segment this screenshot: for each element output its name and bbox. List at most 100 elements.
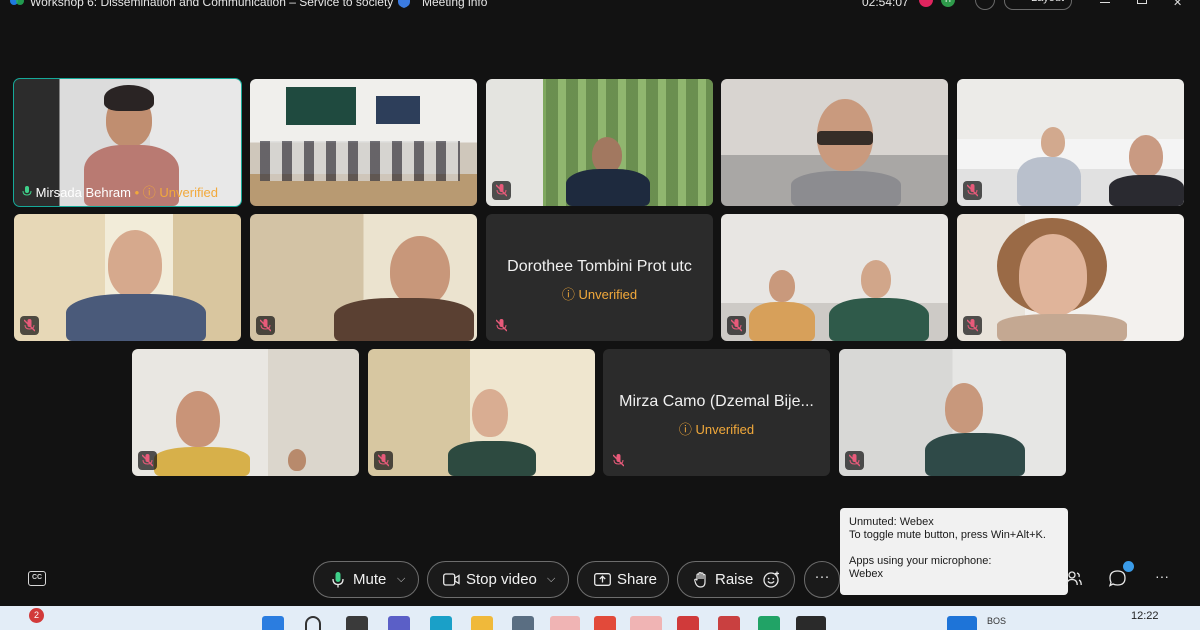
chat-unread-badge: [1123, 561, 1134, 572]
participant-face: [108, 230, 162, 298]
meeting-info-link[interactable]: Meeting info: [422, 0, 487, 9]
chevron-down-icon[interactable]: ⌵: [397, 562, 405, 597]
recording-indicator[interactable]: [919, 0, 933, 7]
participant-body: [997, 314, 1127, 341]
file-explorer-icon[interactable]: [471, 616, 493, 630]
chevron-down-icon[interactable]: ⌵: [547, 562, 555, 597]
participant-face: [592, 137, 622, 173]
video-tile[interactable]: Mirsada Behram • ⓘ Unverified: [13, 78, 242, 207]
participant-face: [176, 391, 220, 447]
muted-indicator: [963, 316, 982, 335]
search-button[interactable]: [975, 0, 995, 10]
participant-face: [390, 236, 450, 306]
tooltip-line: Webex: [849, 568, 884, 580]
more-icon[interactable]: ···: [1155, 568, 1169, 584]
mic-off-icon: [967, 184, 978, 197]
participant-name: Mirsada Behram: [35, 185, 131, 200]
unverified-label: ⓘ Unverified: [678, 422, 755, 437]
participant-face: [288, 449, 306, 471]
meeting-timer: 02:54:07: [862, 0, 909, 9]
acrobat-icon[interactable]: [677, 616, 699, 630]
video-tile[interactable]: [721, 79, 948, 206]
muted-indicator: [256, 316, 275, 335]
video-tile[interactable]: [486, 79, 713, 206]
user-avatar[interactable]: H: [941, 0, 955, 7]
mic-tray-icon[interactable]: [947, 616, 977, 630]
participant-body: [334, 298, 474, 341]
close-button[interactable]: ✕: [1173, 0, 1182, 9]
video-tile[interactable]: [957, 214, 1184, 341]
webex-logo-icon: [10, 0, 24, 5]
notification-badge[interactable]: 2: [29, 608, 44, 623]
video-tile[interactable]: [368, 349, 595, 476]
participant-body: [154, 447, 250, 476]
captions-button[interactable]: CC: [28, 571, 46, 586]
participant-body: [791, 171, 901, 206]
mute-button[interactable]: Mute ⌵: [313, 561, 419, 598]
mic-off-icon: [613, 454, 624, 467]
participants-icon[interactable]: [1066, 571, 1082, 586]
camera-icon: [443, 573, 460, 586]
minimize-button[interactable]: [1100, 2, 1110, 3]
muted-indicator: [492, 181, 511, 200]
mic-off-icon: [260, 319, 271, 332]
participant-body: [925, 433, 1025, 476]
mic-off-icon: [496, 184, 507, 197]
stop-video-button[interactable]: Stop video ⌵: [427, 561, 569, 598]
shield-icon[interactable]: [398, 0, 410, 8]
video-tile[interactable]: [14, 214, 241, 341]
clock[interactable]: 12:22: [1131, 610, 1159, 622]
participant-face: [1041, 127, 1065, 157]
emoji-icon[interactable]: [763, 571, 780, 588]
participant-face: [472, 389, 508, 437]
maximize-button[interactable]: [1137, 0, 1147, 4]
chrome-icon[interactable]: [594, 616, 616, 630]
video-tile[interactable]: [132, 349, 359, 476]
edge-icon[interactable]: [430, 616, 452, 630]
layout-button[interactable]: Layout: [1004, 0, 1072, 10]
more-options-button[interactable]: ···: [804, 561, 840, 598]
mute-label: Mute: [353, 571, 387, 588]
language-indicator[interactable]: BOS: [987, 616, 1006, 626]
teams-icon[interactable]: [388, 616, 410, 630]
share-icon: [594, 573, 611, 586]
share-label: Share: [617, 571, 658, 588]
share-button[interactable]: Share: [577, 561, 669, 598]
muted-indicator: [374, 451, 393, 470]
search-icon[interactable]: [305, 616, 321, 630]
participant-body: [1109, 175, 1184, 206]
hand-icon: [694, 572, 706, 588]
video-tile[interactable]: [721, 214, 948, 341]
calculator-icon[interactable]: [512, 616, 534, 630]
video-tile[interactable]: Dorothee Tombini Prot utc ⓘ Unverified: [486, 214, 713, 341]
mic-off-icon: [496, 319, 507, 332]
mic-off-icon: [967, 319, 978, 332]
video-tile[interactable]: [250, 79, 477, 206]
participant-body: [749, 302, 815, 341]
video-tile[interactable]: [957, 79, 1184, 206]
mic-off-icon: [142, 454, 153, 467]
participant-body: [566, 169, 650, 206]
raise-hand-button[interactable]: Raise: [677, 561, 795, 598]
snipping-tool-icon[interactable]: [718, 616, 740, 630]
participant-face: [1019, 234, 1087, 316]
screen: [376, 96, 420, 124]
task-view-icon[interactable]: [346, 616, 368, 630]
webex-taskbar-icon[interactable]: [796, 616, 826, 630]
video-tile[interactable]: Mirza Camo (Dzemal Bije... ⓘ Unverified: [603, 349, 830, 476]
video-tile[interactable]: [250, 214, 477, 341]
outlook-icon[interactable]: [550, 616, 580, 630]
chat-icon[interactable]: [1109, 570, 1126, 587]
audience: [260, 141, 460, 181]
participant-body: [66, 294, 206, 341]
video-tile[interactable]: [839, 349, 1066, 476]
mail-icon[interactable]: [630, 616, 662, 630]
excel-icon[interactable]: [758, 616, 780, 630]
muted-indicator: [138, 451, 157, 470]
unverified-label: Unverified: [159, 185, 218, 200]
participant-face: [1129, 135, 1163, 177]
participant-face: [861, 260, 891, 298]
start-icon[interactable]: [262, 616, 284, 630]
glasses: [817, 131, 873, 145]
participant-hair: [104, 85, 154, 111]
